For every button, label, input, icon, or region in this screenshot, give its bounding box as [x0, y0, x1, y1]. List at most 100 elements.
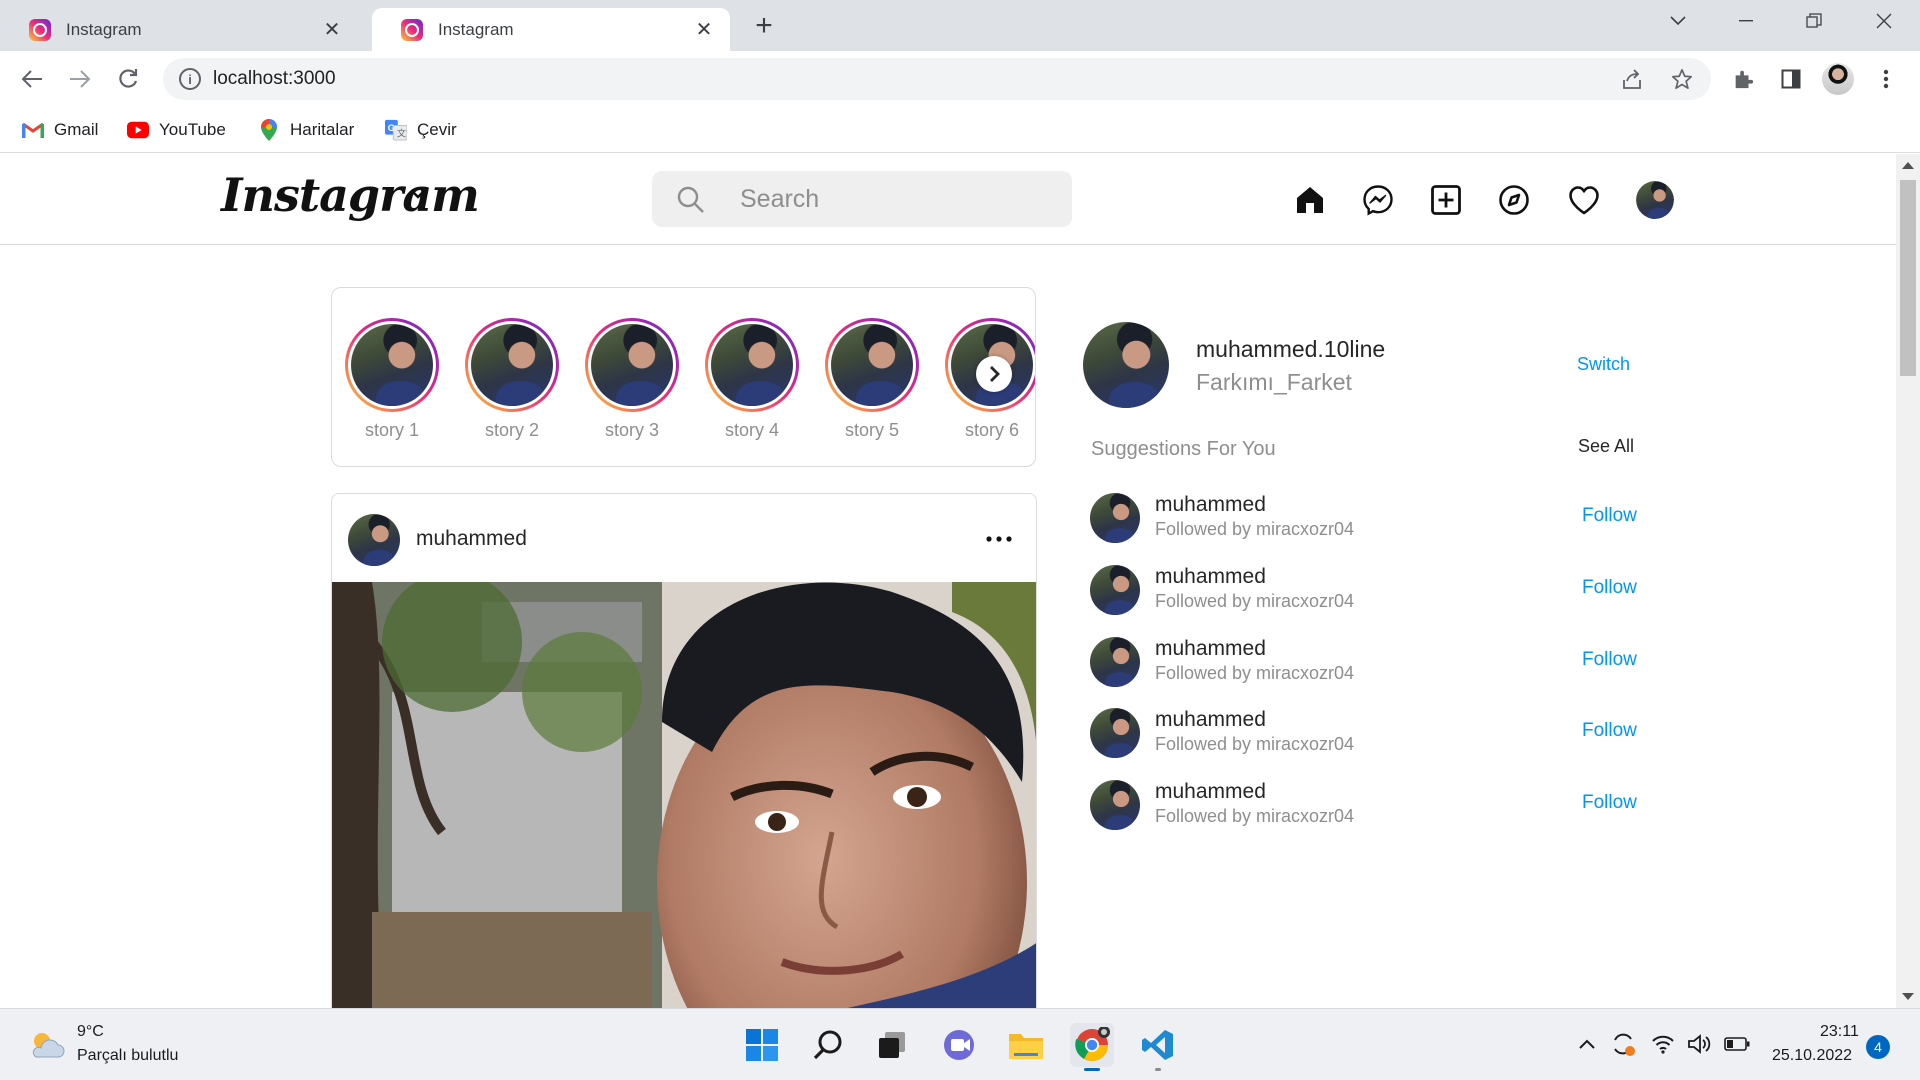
- see-all-link[interactable]: See All: [1578, 436, 1634, 457]
- page-scrollbar[interactable]: [1896, 154, 1920, 1008]
- home-icon[interactable]: [1292, 182, 1328, 218]
- avatar: [711, 324, 793, 406]
- explore-icon[interactable]: [1496, 182, 1532, 218]
- post-header: muhammed: [332, 494, 1036, 582]
- more-options-icon[interactable]: [984, 524, 1014, 554]
- post-username[interactable]: muhammed: [416, 527, 527, 551]
- scrollbar-thumb[interactable]: [1900, 180, 1916, 376]
- story-item[interactable]: story 2: [464, 318, 560, 441]
- browser-tab-1[interactable]: Instagram ✕: [0, 8, 358, 51]
- suggestion-username[interactable]: muhammed: [1155, 708, 1266, 732]
- side-panel-icon[interactable]: [1775, 63, 1807, 95]
- search-input[interactable]: [740, 182, 1040, 216]
- volume-icon[interactable]: [1687, 1031, 1713, 1057]
- file-explorer-icon[interactable]: [1004, 1023, 1048, 1067]
- restore-icon[interactable]: [1780, 0, 1848, 42]
- notification-count-badge[interactable]: 4: [1866, 1035, 1890, 1059]
- suggestion-avatar[interactable]: [1090, 708, 1140, 758]
- avatar: [1090, 493, 1140, 543]
- suggestion-username[interactable]: muhammed: [1155, 565, 1266, 589]
- battery-icon[interactable]: [1724, 1031, 1750, 1057]
- weather-temperature[interactable]: 9°C: [77, 1023, 104, 1041]
- messenger-icon[interactable]: [1360, 182, 1396, 218]
- tab-title: Instagram: [438, 19, 514, 39]
- site-info-icon[interactable]: i: [179, 68, 201, 90]
- tab-search-icon[interactable]: [1644, 0, 1712, 42]
- follow-button[interactable]: Follow: [1582, 720, 1637, 742]
- tab-close-icon[interactable]: ✕: [692, 18, 716, 42]
- teams-chat-icon[interactable]: [938, 1023, 982, 1067]
- suggestion-username[interactable]: muhammed: [1155, 780, 1266, 804]
- story-item[interactable]: story 3: [584, 318, 680, 441]
- current-username[interactable]: muhammed.10line: [1196, 336, 1385, 363]
- scroll-down-icon[interactable]: [1902, 993, 1914, 1000]
- bookmark-star-icon[interactable]: [1669, 66, 1695, 92]
- bookmark-gmail[interactable]: Gmail: [22, 116, 98, 144]
- profile-avatar[interactable]: [1636, 181, 1674, 219]
- profile-avatar-icon[interactable]: [1822, 63, 1854, 95]
- follow-button[interactable]: Follow: [1582, 505, 1637, 527]
- suggestion-avatar[interactable]: [1090, 637, 1140, 687]
- story-next-arrow-icon[interactable]: [976, 356, 1012, 392]
- avatar: [351, 324, 433, 406]
- follow-button[interactable]: Follow: [1582, 792, 1637, 814]
- extensions-icon[interactable]: [1727, 63, 1759, 95]
- suggestion-avatar[interactable]: [1090, 565, 1140, 615]
- back-icon[interactable]: [14, 61, 50, 97]
- weather-partly-cloudy-icon[interactable]: [28, 1029, 66, 1061]
- post-photo[interactable]: [332, 582, 1036, 1008]
- page-viewport: Instagram story 1: [0, 154, 1896, 1008]
- clock-date[interactable]: 25.10.2022: [1772, 1047, 1852, 1065]
- wifi-icon[interactable]: [1650, 1031, 1676, 1057]
- sync-update-icon[interactable]: [1610, 1031, 1636, 1057]
- story-item[interactable]: story 5: [824, 318, 920, 441]
- suggestion-username[interactable]: muhammed: [1155, 637, 1266, 661]
- clock-time[interactable]: 23:11: [1820, 1023, 1859, 1041]
- weather-description[interactable]: Parçalı bulutlu: [77, 1047, 178, 1065]
- menu-kebab-icon[interactable]: [1870, 63, 1902, 95]
- start-menu-icon[interactable]: [740, 1023, 784, 1067]
- story-item[interactable]: story 4: [704, 318, 800, 441]
- bookmark-youtube[interactable]: YouTube: [127, 116, 226, 144]
- bookmark-label: Haritalar: [290, 120, 355, 139]
- task-view-icon[interactable]: [870, 1023, 914, 1067]
- close-window-icon[interactable]: [1850, 0, 1918, 42]
- post-image: [332, 582, 1036, 1008]
- chevron-down-icon[interactable]: [408, 184, 428, 204]
- suggestion-username[interactable]: muhammed: [1155, 493, 1266, 517]
- tab-close-icon[interactable]: ✕: [320, 18, 344, 42]
- taskbar-search-icon[interactable]: [806, 1023, 850, 1067]
- running-app-indicator: [1155, 1068, 1161, 1071]
- suggestion-row: muhammed Followed by miracxozr04 Follow: [1090, 493, 1650, 545]
- chrome-taskbar-icon[interactable]: [1070, 1023, 1114, 1071]
- reload-icon[interactable]: [110, 61, 146, 97]
- bookmark-maps[interactable]: Haritalar: [258, 116, 354, 144]
- address-bar[interactable]: i localhost:3000: [163, 58, 1711, 100]
- suggestion-avatar[interactable]: [1090, 493, 1140, 543]
- instagram-logo[interactable]: Instagram: [221, 168, 480, 222]
- switch-account-link[interactable]: Switch: [1577, 354, 1630, 375]
- minimize-icon[interactable]: [1712, 0, 1780, 42]
- suggestion-row: muhammed Followed by miracxozr04 Follow: [1090, 637, 1650, 689]
- follow-button[interactable]: Follow: [1582, 577, 1637, 599]
- avatar: [471, 324, 553, 406]
- post-author-avatar[interactable]: [348, 514, 400, 566]
- new-tab-button[interactable]: +: [748, 9, 780, 42]
- forward-icon[interactable]: [62, 61, 98, 97]
- activity-heart-icon[interactable]: [1566, 182, 1602, 218]
- address-url[interactable]: localhost:3000: [213, 68, 336, 90]
- story-item[interactable]: story 1: [344, 318, 440, 441]
- vscode-icon[interactable]: [1136, 1023, 1180, 1071]
- suggestion-avatar[interactable]: [1090, 780, 1140, 830]
- bookmark-label: YouTube: [159, 120, 226, 139]
- suggestion-row: muhammed Followed by miracxozr04 Follow: [1090, 708, 1650, 760]
- browser-tab-2[interactable]: Instagram ✕: [372, 8, 730, 51]
- bookmark-translate[interactable]: G文 Çevir: [385, 116, 457, 144]
- follow-button[interactable]: Follow: [1582, 649, 1637, 671]
- current-user-avatar[interactable]: [1083, 322, 1169, 408]
- avatar: [1090, 565, 1140, 615]
- share-icon[interactable]: [1619, 66, 1645, 92]
- new-post-icon[interactable]: [1428, 182, 1464, 218]
- tray-overflow-chevron-icon[interactable]: [1574, 1031, 1600, 1057]
- scroll-up-icon[interactable]: [1902, 162, 1914, 169]
